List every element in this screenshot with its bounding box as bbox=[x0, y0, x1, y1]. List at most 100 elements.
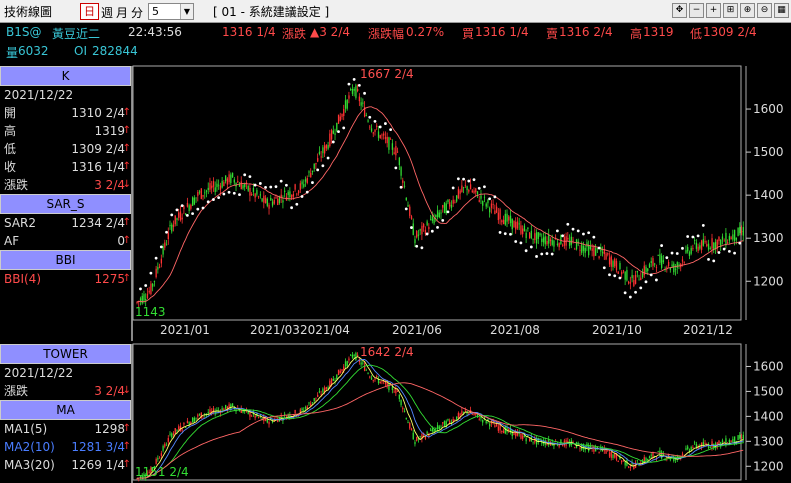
candle-body bbox=[179, 425, 182, 431]
candle-body bbox=[739, 226, 741, 234]
candle-body bbox=[282, 419, 284, 421]
arrow-icon: ↓ bbox=[122, 385, 131, 396]
candle-body bbox=[629, 466, 632, 468]
candle-body bbox=[355, 352, 357, 360]
zoom-in-icon[interactable]: ⊕ bbox=[740, 3, 755, 18]
candle-body bbox=[351, 354, 354, 358]
candle-body bbox=[487, 419, 489, 422]
sar-dot bbox=[389, 128, 393, 132]
candle-body bbox=[579, 249, 581, 251]
panel-tower-date: 2021/12/22 bbox=[4, 366, 74, 380]
candle-body bbox=[240, 408, 242, 413]
zoom-out-icon[interactable]: ⊖ bbox=[757, 3, 772, 18]
period-week-button[interactable]: 週 bbox=[101, 4, 113, 21]
candle-body bbox=[294, 184, 296, 190]
candle-body bbox=[716, 442, 718, 448]
sar-dot bbox=[326, 156, 330, 160]
candle-body bbox=[624, 271, 626, 280]
sar-dot bbox=[300, 195, 304, 198]
candle-body bbox=[346, 99, 348, 109]
candle-body bbox=[231, 403, 234, 406]
candle-body bbox=[605, 450, 607, 454]
chart-top[interactable]: 120013001400150016002021/01 2021/03 2021/0… bbox=[132, 65, 784, 337]
candle-body bbox=[480, 416, 482, 419]
candle-body bbox=[247, 185, 249, 191]
candle-body bbox=[197, 414, 199, 417]
config-label[interactable]: [ 01 - 系統建議設定 ] bbox=[213, 3, 329, 20]
candle-body bbox=[683, 261, 685, 263]
sar-dot bbox=[634, 290, 637, 294]
candle-body bbox=[695, 443, 698, 448]
candle-body bbox=[266, 198, 268, 206]
arrow-icon: ↑ bbox=[122, 441, 131, 452]
candle-body bbox=[339, 370, 341, 374]
candle-body bbox=[607, 253, 609, 255]
candle-body bbox=[160, 258, 163, 264]
x-tick-label: 2021/01 bbox=[160, 323, 210, 337]
crosshair-icon[interactable]: ⊞ bbox=[723, 3, 738, 18]
candle-body bbox=[704, 443, 706, 444]
candle-body bbox=[414, 441, 416, 445]
candle-body bbox=[688, 252, 691, 256]
candle-body bbox=[315, 162, 317, 165]
sar-dot bbox=[180, 204, 184, 208]
candle-body bbox=[197, 192, 199, 196]
sar-dot bbox=[608, 273, 611, 277]
candle-body bbox=[277, 418, 279, 423]
quote-symbol: B1S@ bbox=[6, 25, 42, 39]
move-icon[interactable]: ✥ bbox=[672, 3, 687, 18]
sar-dot bbox=[738, 241, 742, 245]
candle-body bbox=[680, 456, 682, 459]
candle-body bbox=[442, 422, 444, 424]
quote-bid-label: 買 bbox=[462, 27, 475, 41]
plus-icon[interactable]: + bbox=[706, 3, 721, 18]
candle-body bbox=[647, 268, 649, 272]
period-month-button[interactable]: 月 bbox=[116, 4, 128, 21]
candle-body bbox=[511, 429, 513, 437]
sar-dot bbox=[290, 206, 294, 210]
candle-body bbox=[614, 453, 616, 458]
candle-body bbox=[160, 453, 163, 456]
candle-body bbox=[681, 453, 684, 455]
candle-body bbox=[426, 431, 428, 434]
candle-body bbox=[615, 454, 618, 460]
candle-body bbox=[652, 452, 654, 458]
candle-body bbox=[386, 382, 388, 387]
chart-bottom[interactable]: 1200 1300 1400 1500 1600 1642 2/4 1151 2/4 bbox=[132, 343, 784, 482]
candle-body bbox=[539, 438, 541, 440]
candle-body bbox=[676, 262, 678, 268]
candle-body bbox=[428, 227, 430, 230]
candle-body bbox=[652, 258, 654, 266]
candle-body bbox=[204, 192, 206, 194]
settings-icon[interactable]: ▦ bbox=[774, 3, 789, 18]
minute-select[interactable]: 5 ▼ bbox=[148, 3, 194, 20]
candle-body bbox=[407, 422, 409, 424]
candle-body bbox=[699, 445, 701, 448]
candle-body bbox=[235, 409, 237, 412]
candle-body bbox=[725, 438, 727, 446]
candle-body bbox=[304, 179, 307, 182]
sar-dot bbox=[185, 213, 189, 217]
candle-body bbox=[245, 409, 248, 410]
sar-dot bbox=[519, 241, 523, 245]
arrow-icon: ↑ bbox=[122, 125, 131, 136]
minus-icon[interactable]: − bbox=[689, 3, 704, 18]
candle-body bbox=[681, 259, 684, 262]
candle-body bbox=[542, 440, 545, 444]
candle-body bbox=[680, 263, 682, 268]
candle-body bbox=[522, 435, 524, 439]
candle-body bbox=[185, 426, 187, 428]
candle-body bbox=[457, 189, 460, 199]
period-day-button[interactable]: 日 bbox=[80, 3, 99, 20]
candle-body bbox=[459, 413, 461, 416]
indicator-panel-bottom: TOWER 2021/12/22 漲跌 3 2/4 ↓ MA MA1(5) 1298 ↑… bbox=[0, 344, 133, 483]
panel-k-header: K bbox=[0, 66, 131, 86]
candle-body bbox=[589, 245, 592, 250]
candle-body bbox=[332, 378, 334, 381]
candle-body bbox=[591, 447, 593, 449]
sar-dot bbox=[357, 84, 361, 87]
candle-body bbox=[195, 417, 197, 419]
candle-body bbox=[546, 442, 548, 445]
candle-body bbox=[596, 248, 599, 250]
sar-dot bbox=[159, 245, 163, 249]
